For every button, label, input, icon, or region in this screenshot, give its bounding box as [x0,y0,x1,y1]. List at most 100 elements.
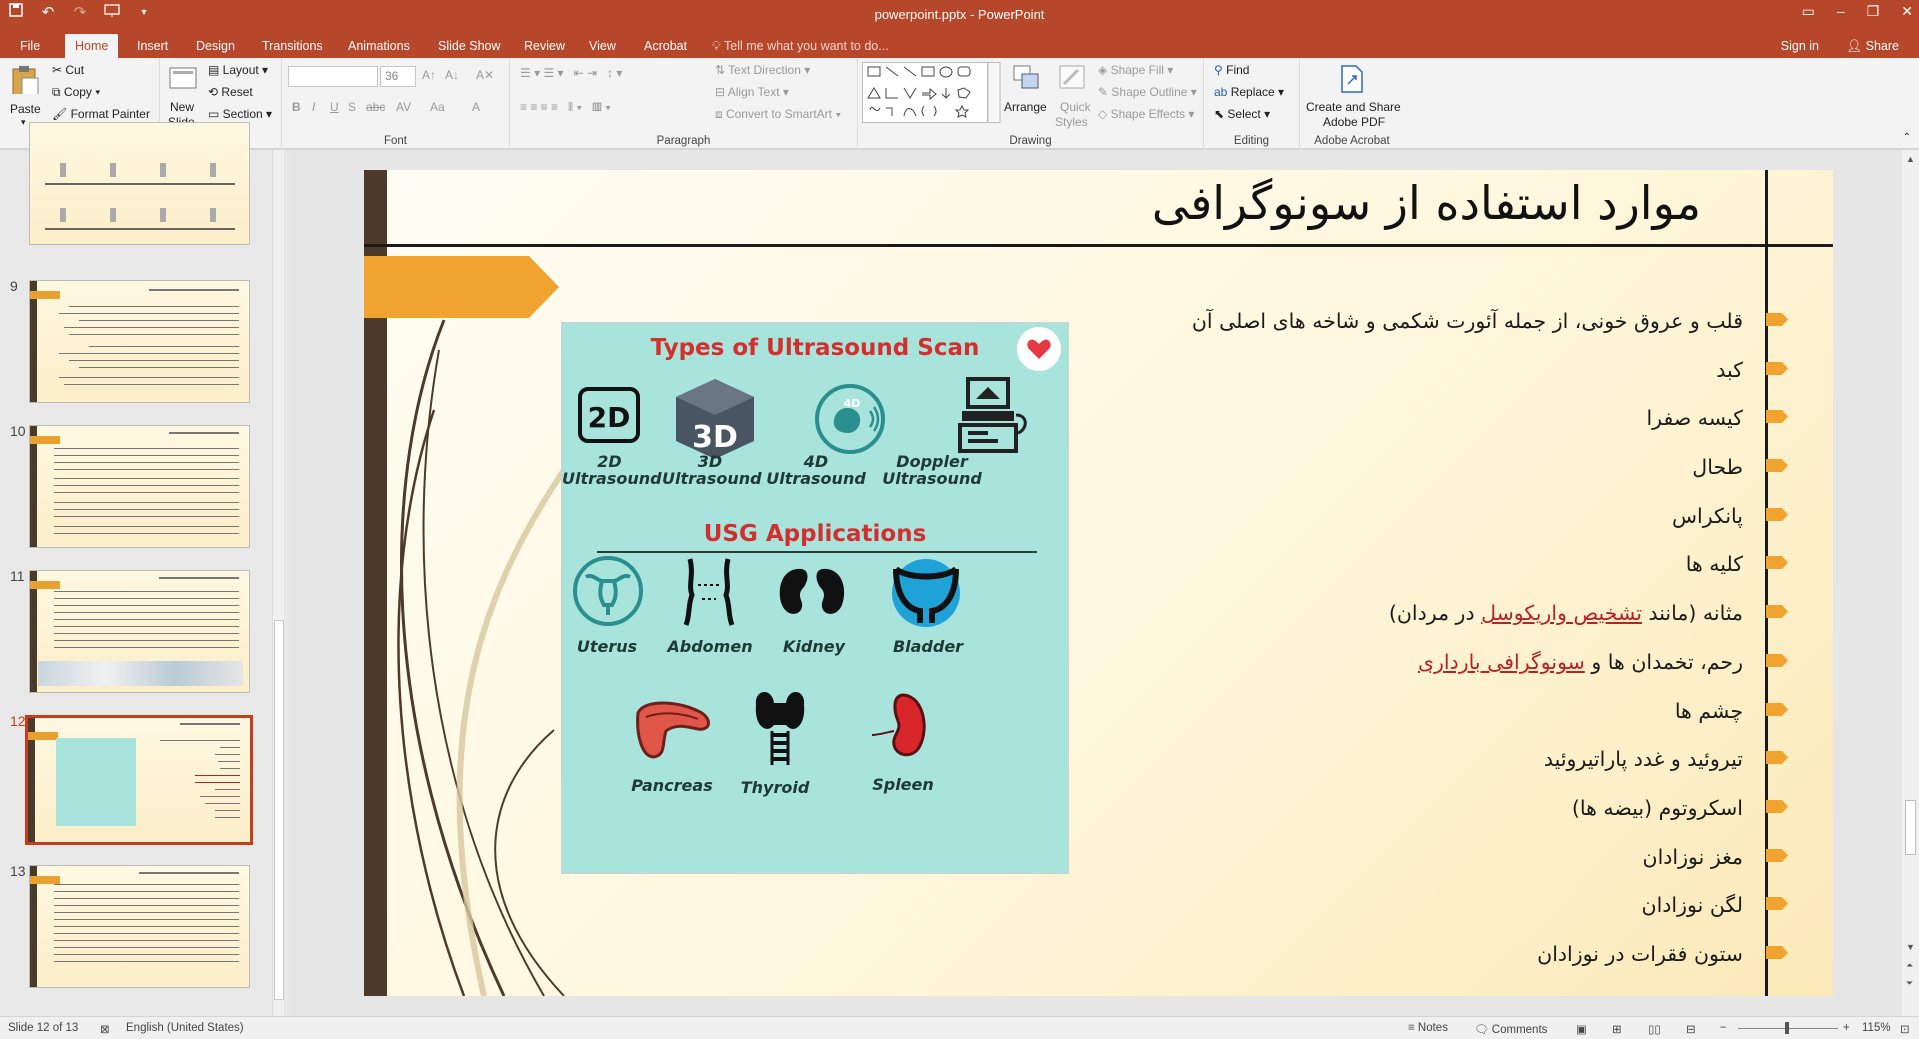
previous-slide-icon[interactable]: ⏶ [1906,960,1913,971]
scroll-down-icon[interactable]: ▼ [1906,942,1915,952]
normal-view-icon[interactable]: ▣ [1576,1022,1587,1036]
collapse-ribbon-icon[interactable]: ⌃ [1903,132,1911,143]
bullet-arrow-icon [1766,848,1788,862]
zoom-out-icon[interactable]: − [1720,1022,1727,1034]
tab-file[interactable]: File [10,34,50,58]
scroll-thumb[interactable] [1905,800,1916,855]
slide-title[interactable]: موارد استفاده از سونوگرافی [1152,176,1701,230]
slide-thumbnail-8[interactable] [29,122,250,245]
tab-animations[interactable]: Animations [338,34,420,58]
clear-format-button[interactable]: A✕ [476,68,494,82]
layout-button[interactable]: ▤ Layout ▾ [208,63,268,77]
slide-thumbnail-12[interactable] [25,715,253,845]
zoom-slider-thumb[interactable] [1785,1022,1789,1034]
group-font: 36 A↑ A↓ A✕ B I U S abc AV Aa A Font [282,58,510,149]
restore-icon[interactable]: ❐ [1867,3,1880,20]
share-button[interactable]: 👤︎ Share [1846,34,1899,58]
slide-sorter-icon[interactable]: ⊞ [1612,1022,1622,1036]
bullet-arrow-icon [1766,410,1788,424]
comments-button[interactable]: 🗨︎ Comments [1474,1022,1547,1036]
type-doppler-label: Doppler Ultrasound [882,452,982,488]
bullets-button[interactable]: ☰ ▾ ☰ ▾ ⇤ ⇥ ↕ ▾ [520,66,622,80]
scissors-icon: ✂ [52,63,66,77]
bullet-item: چشم ها [1192,692,1788,741]
zoom-in-icon[interactable]: + [1843,1022,1850,1034]
slide-thumbnail-10[interactable] [29,425,250,548]
font-size-select[interactable]: 36 [380,66,416,87]
scroll-up-icon[interactable]: ▲ [1906,154,1915,164]
font-color-button[interactable]: A [472,100,480,114]
ribbon-display-options-icon[interactable]: ▭ [1802,3,1815,20]
thumbnails-scrollbar[interactable] [272,150,284,1016]
tab-slide-show[interactable]: Slide Show [428,34,511,58]
shape-outline-button[interactable]: ✎ Shape Outline ▾ [1098,85,1197,99]
align-text-icon: ⊟ [715,85,728,99]
tab-transitions[interactable]: Transitions [252,34,333,58]
slide-thumbnail-13[interactable] [29,865,250,988]
italic-button[interactable]: I [312,100,315,114]
convert-smartart-button[interactable]: ⧈ Convert to SmartArt ▾ [715,107,841,122]
tab-insert[interactable]: Insert [127,34,178,58]
minimize-icon[interactable]: – [1837,3,1845,20]
sign-in-link[interactable]: Sign in [1781,34,1819,58]
bullet-arrow-icon [1766,459,1788,473]
shrink-font-button[interactable]: A↓ [445,68,459,82]
slide-thumbnail-9[interactable] [29,280,250,403]
tab-view[interactable]: View [579,34,626,58]
section-button[interactable]: ▭ Section ▾ [208,107,272,121]
font-family-select[interactable] [288,66,378,87]
ultrasound-infographic[interactable]: Types of Ultrasound Scan 2D 3D 4D 2D Ult… [561,322,1069,874]
align-text-button[interactable]: ⊟ Align Text ▾ [715,85,789,99]
shadow-button[interactable]: S [348,100,356,114]
slide-canvas[interactable]: موارد استفاده از سونوگرافی Types of Ultr… [364,170,1833,996]
char-spacing-button[interactable]: AV [396,100,411,114]
shapes-gallery[interactable] [862,62,1002,124]
underline-button[interactable]: U [330,100,339,114]
bullet-item: مغز نوزادان [1192,838,1788,887]
slide-thumbnail-11[interactable] [29,570,250,693]
change-case-button[interactable]: Aa [430,100,445,114]
tab-home[interactable]: Home [65,34,119,58]
fit-to-window-icon[interactable]: ⊡ [1900,1022,1910,1036]
text-direction-button[interactable]: ⇅ Text Direction ▾ [715,63,810,77]
title-underline [364,244,1833,247]
tell-me-search[interactable]: 💡︎ Tell me what you want to do... [712,34,889,58]
select-button[interactable]: ⬉ Select ▾ [1214,107,1270,121]
arrange-button[interactable]: Arrange [1004,62,1047,132]
tab-design[interactable]: Design [186,34,245,58]
tab-review[interactable]: Review [514,34,575,58]
slideshow-view-icon[interactable]: ⊟ [1686,1022,1696,1036]
bold-button[interactable]: B [292,100,301,114]
next-slide-icon[interactable]: ⏷ [1906,978,1913,989]
varicocele-link[interactable]: تشخیص واریکوسل [1481,601,1642,625]
paste-icon [12,66,39,94]
shape-fill-button[interactable]: ◈ Shape Fill ▾ [1098,63,1173,77]
tab-acrobat[interactable]: Acrobat [634,34,697,58]
quick-styles-button[interactable]: Quick Styles [1052,62,1092,132]
notes-button[interactable]: ≡ Notes [1408,1022,1448,1034]
close-icon[interactable]: ✕ [1901,3,1913,20]
spellcheck-icon[interactable]: ⊠ [100,1022,110,1036]
create-share-pdf-button[interactable]: Create and Share Adobe PDF [1300,62,1404,132]
editor-scrollbar[interactable]: ▲ ▼ ⏶ ⏷ [1902,150,1919,1016]
copy-button[interactable]: ⧉ Copy ▾ [52,85,100,100]
find-button[interactable]: ⚲ Find [1214,63,1249,77]
strikethrough-button[interactable]: abc [366,100,385,114]
replace-button[interactable]: ab Replace ▾ [1214,85,1284,99]
grow-font-button[interactable]: A↑ [422,68,436,82]
format-painter-button[interactable]: 🖌︎ Format Painter [52,107,150,121]
arrange-icon [1013,65,1039,89]
slide-number-11: 11 [10,568,25,584]
new-slide-icon [169,67,197,89]
bullet-list[interactable]: قلب و عروق خونی، از جمله آئورت شکمی و شا… [1192,302,1788,984]
reading-view-icon[interactable]: ▯▯ [1648,1022,1661,1036]
cut-button[interactable]: ✂ Cut [52,63,84,77]
effects-icon: ◇ [1098,107,1111,121]
pregnancy-ultrasound-link[interactable]: سونوگرافی بارداری [1418,650,1585,674]
reset-button[interactable]: ⟲ Reset [208,85,253,99]
scroll-thumb[interactable] [274,620,284,1000]
align-buttons[interactable]: ≡ ≡ ≡ ≡ ⫴ ▾ ▥ ▾ [520,100,611,115]
language-indicator[interactable]: English (United States) [126,1022,244,1034]
shape-effects-button[interactable]: ◇ Shape Effects ▾ [1098,107,1194,121]
zoom-level[interactable]: 115% [1862,1022,1891,1034]
